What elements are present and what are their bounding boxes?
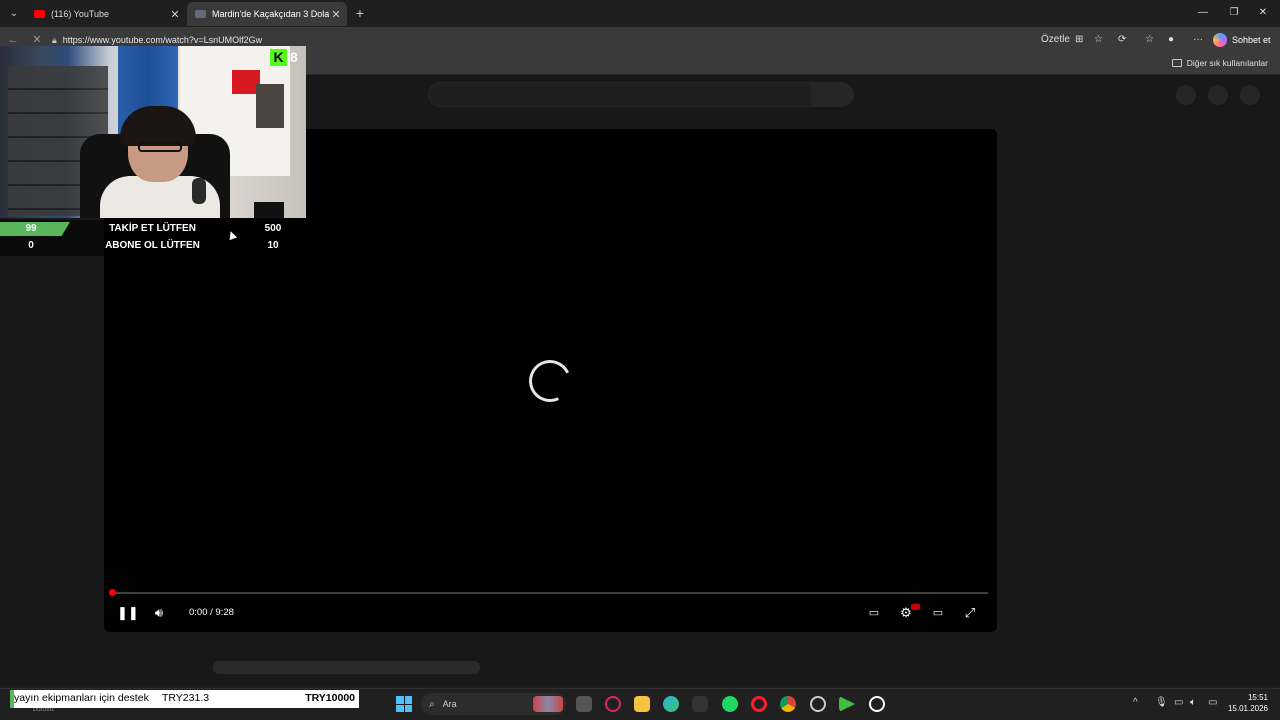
steelseries-icon[interactable] <box>869 696 885 712</box>
copilot-icon <box>1213 33 1227 47</box>
favorites-icon[interactable]: ☆ <box>1145 33 1154 47</box>
kick-logo-icon: K <box>270 49 287 66</box>
streamer-webcam <box>0 46 306 218</box>
goal-current: 0 <box>28 240 34 251</box>
browser-tab-bar: ⌄ (116) YouTube ✕ Mardin'de Kaçakçıdan 3… <box>0 0 1280 27</box>
edge-icon[interactable] <box>663 696 679 712</box>
follow-goal: 99 TAKİP ET LÜTFEN 500 <box>0 222 306 238</box>
network-icon[interactable]: ▭ <box>1174 697 1183 708</box>
theater-mode-icon[interactable]: ▭ <box>930 605 946 621</box>
notifications-icon[interactable] <box>1208 85 1228 105</box>
other-favorites-label: Diğer sık kullanılanlar <box>1186 58 1268 68</box>
app-icon[interactable] <box>810 696 826 712</box>
pause-button[interactable]: ❚❚ <box>117 605 139 621</box>
time-display: 0:00 / 9:28 <box>189 607 234 618</box>
goal-current: 99 <box>25 223 37 234</box>
new-tab-plus-icon[interactable]: + <box>352 5 368 21</box>
goal-target: 500 <box>264 223 282 234</box>
minimize-icon[interactable]: — <box>1196 6 1210 20</box>
subtitles-icon[interactable]: ▭ <box>866 605 882 621</box>
search-placeholder: Ara <box>442 699 457 709</box>
donation-goal: TRY10000 <box>305 692 355 704</box>
tab-actions-chevron-icon[interactable]: ⌄ <box>4 4 24 23</box>
speaker-icon[interactable]: 🔈︎ <box>1190 697 1196 708</box>
restore-icon[interactable]: ❐ <box>1227 6 1241 20</box>
goal-target: 10 <box>267 240 279 251</box>
profile-avatar-icon[interactable]: ● <box>1168 33 1174 47</box>
summarize-button[interactable]: Özetle <box>1041 33 1070 47</box>
windows-start-icon[interactable] <box>396 696 412 712</box>
notifications-tray-icon[interactable]: ▭ <box>1208 697 1217 708</box>
youtube-search-input[interactable] <box>428 82 812 107</box>
chrome-icon[interactable] <box>780 696 796 712</box>
tab-title: Mardin'de Kaçakçıdan 3 Dolara Al <box>212 9 329 19</box>
title-loading-skeleton <box>213 661 480 674</box>
subscribe-goal: 0 ABONE OL LÜTFEN 10 <box>0 239 306 255</box>
page-favicon-icon <box>195 10 206 18</box>
youtube-search-button[interactable] <box>812 82 854 107</box>
kick-viewer-count: 8 <box>290 49 298 65</box>
donation-goal-bar: yayın ekipmanları için destek TRY231.3 T… <box>10 690 359 708</box>
search-icon: ⌕ <box>429 698 435 710</box>
more-menu-icon[interactable]: ··· <box>1193 33 1203 47</box>
copilot-chat-button[interactable]: Sohbet et <box>1213 30 1275 50</box>
url-text: https://www.youtube.com/watch?v=LsnUMOlf… <box>62 35 263 45</box>
fullscreen-icon[interactable]: ⤢ <box>962 605 978 621</box>
create-icon[interactable] <box>1176 85 1196 105</box>
tab-active-video[interactable]: Mardin'de Kaçakçıdan 3 Dolara Al ✕ <box>187 2 347 26</box>
search-highlight-icon[interactable] <box>533 696 563 712</box>
youtube-favicon-icon <box>34 10 45 18</box>
opera-icon[interactable] <box>751 696 767 712</box>
app-install-icon[interactable]: ⊞ <box>1075 33 1083 47</box>
donation-current: TRY231.3 <box>162 692 210 704</box>
store-icon[interactable] <box>692 696 708 712</box>
progress-scrubber[interactable] <box>109 589 116 596</box>
microphone-image <box>192 178 206 204</box>
goal-label: TAKİP ET LÜTFEN <box>109 223 196 234</box>
folder-icon <box>1171 59 1182 67</box>
task-view-icon[interactable] <box>576 696 592 712</box>
tab-close-icon[interactable]: ✕ <box>168 8 182 21</box>
hd-badge <box>911 604 920 610</box>
close-window-icon[interactable]: ✕ <box>1256 6 1270 20</box>
favorite-star-icon[interactable]: ☆ <box>1094 33 1103 47</box>
tab-youtube[interactable]: (116) YouTube ✕ <box>26 2 186 26</box>
extensions-icon[interactable]: ⟳ <box>1118 33 1126 47</box>
other-favorites-folder[interactable]: Diğer sık kullanılanlar <box>1171 58 1268 68</box>
file-explorer-icon[interactable] <box>634 696 650 712</box>
tab-close-icon[interactable]: ✕ <box>329 8 343 21</box>
tray-chevron-icon[interactable]: ^ <box>1133 697 1138 708</box>
opera-gx-icon[interactable] <box>605 696 621 712</box>
donation-label: yayın ekipmanları için destek <box>14 692 149 704</box>
volume-icon[interactable]: 🔊︎ <box>151 605 167 621</box>
stop-loading-icon[interactable]: ✕ <box>30 33 44 47</box>
progress-bar[interactable] <box>112 592 988 594</box>
back-arrow-icon[interactable]: ← <box>6 33 20 47</box>
clock-date: 15.01.2026 <box>1227 704 1268 713</box>
taskbar-clock[interactable]: 15:51 15.01.2026 <box>1228 692 1268 714</box>
goal-label: ABONE OL LÜTFEN <box>105 240 200 251</box>
tab-title: (116) YouTube <box>51 9 110 19</box>
lock-icon: 🔒︎ <box>52 34 57 45</box>
clock-time: 15:51 <box>1247 693 1268 702</box>
spotify-icon[interactable] <box>722 696 738 712</box>
chat-label: Sohbet et <box>1232 35 1271 45</box>
account-avatar[interactable] <box>1240 85 1260 105</box>
microphone-icon[interactable]: 🎙︎ <box>1155 697 1168 708</box>
